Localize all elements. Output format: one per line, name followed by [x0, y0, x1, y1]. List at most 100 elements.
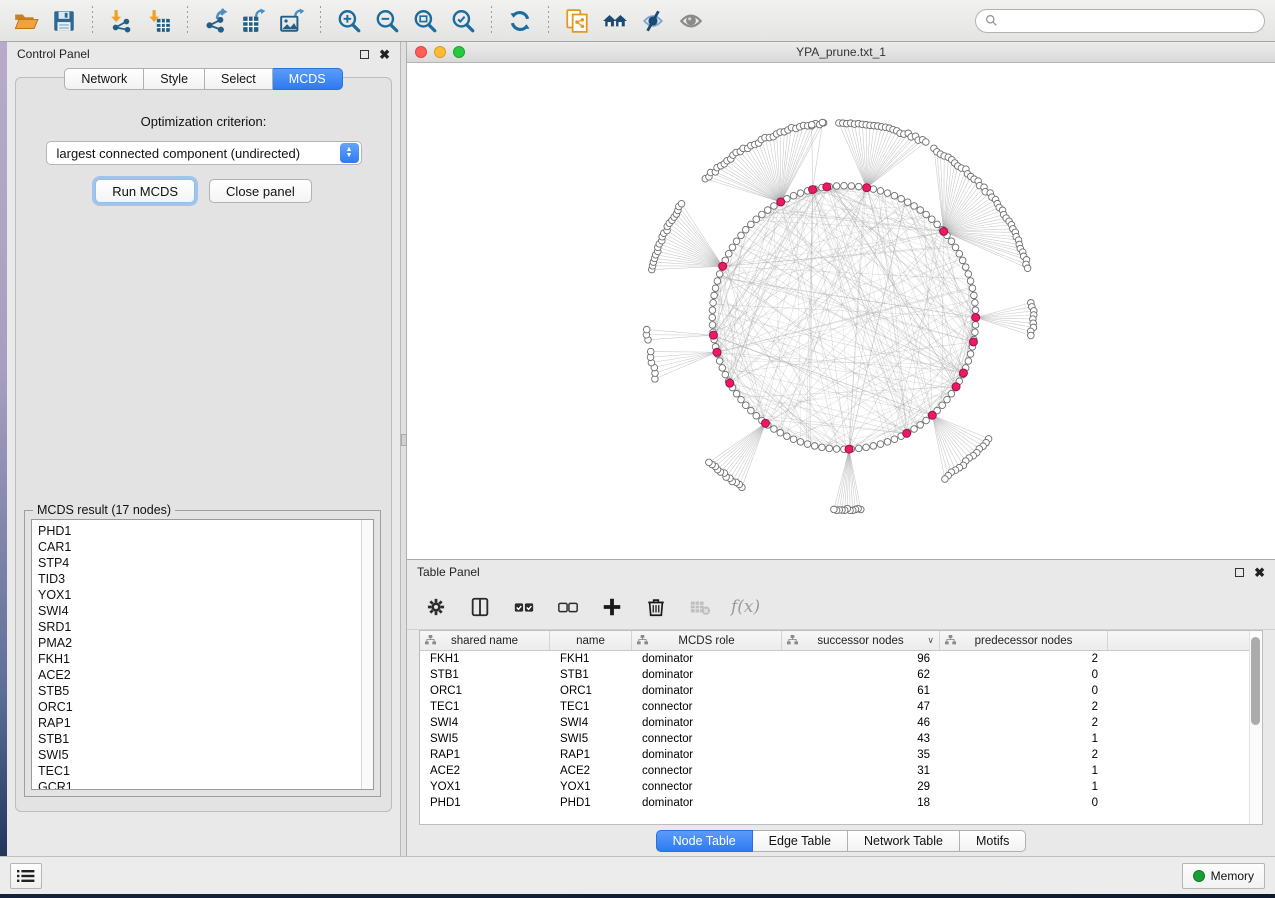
cell-successor_nodes[interactable]: 18: [782, 797, 940, 809]
graph-node[interactable]: [809, 186, 817, 194]
graph-node[interactable]: [903, 429, 911, 437]
column-header-shared-name[interactable]: shared name: [420, 631, 550, 650]
cell-mcds_role[interactable]: dominator: [632, 749, 782, 761]
mcds-result-item[interactable]: RAP1: [38, 715, 355, 731]
graph-node[interactable]: [944, 396, 951, 403]
graph-node[interactable]: [891, 192, 898, 199]
graph-node[interactable]: [923, 139, 930, 146]
graph-node[interactable]: [712, 285, 719, 292]
graph-node[interactable]: [934, 221, 941, 228]
table-row-SWI5[interactable]: SWI5SWI5connector431: [420, 731, 1262, 747]
mcds-result-item[interactable]: ORC1: [38, 699, 355, 715]
graph-node[interactable]: [811, 443, 818, 450]
graph-node[interactable]: [928, 411, 936, 419]
graph-node[interactable]: [831, 506, 838, 513]
table-row-TEC1[interactable]: TEC1TEC1connector472: [420, 699, 1262, 715]
graph-node[interactable]: [972, 307, 979, 314]
table-row-ACE2[interactable]: ACE2ACE2connector311: [420, 763, 1262, 779]
graph-node[interactable]: [714, 278, 721, 285]
graph-node[interactable]: [923, 417, 930, 424]
zoom-in-button[interactable]: [333, 5, 365, 37]
mcds-result-item[interactable]: PMA2: [38, 635, 355, 651]
graph-node[interactable]: [855, 445, 862, 452]
show-panel-list-button[interactable]: [10, 863, 42, 889]
graph-node[interactable]: [898, 196, 905, 203]
graph-node[interactable]: [972, 329, 979, 336]
graph-node[interactable]: [804, 441, 811, 448]
graph-node[interactable]: [643, 326, 650, 333]
cell-name[interactable]: SWI4: [550, 717, 632, 729]
table-row-PHD1[interactable]: PHD1PHD1dominator180: [420, 795, 1262, 811]
mcds-result-item[interactable]: SWI4: [38, 603, 355, 619]
graph-node[interactable]: [709, 307, 716, 314]
graph-node[interactable]: [972, 322, 979, 329]
tab-network-table[interactable]: Network Table: [848, 830, 960, 852]
cell-predecessor_nodes[interactable]: 0: [940, 685, 1108, 697]
zoom-selected-button[interactable]: [447, 5, 479, 37]
graph-node[interactable]: [819, 444, 826, 451]
cell-predecessor_nodes[interactable]: 1: [940, 781, 1108, 793]
tab-network[interactable]: Network: [64, 68, 144, 90]
graph-node[interactable]: [738, 396, 745, 403]
hide-selected-button[interactable]: [637, 5, 669, 37]
graph-node[interactable]: [716, 358, 723, 365]
cell-name[interactable]: ACE2: [550, 765, 632, 777]
graph-node[interactable]: [738, 232, 745, 239]
export-table-button[interactable]: [238, 5, 270, 37]
graph-node[interactable]: [940, 227, 948, 235]
search-field[interactable]: [975, 9, 1265, 33]
cell-name[interactable]: SWI5: [550, 733, 632, 745]
cell-shared_name[interactable]: PHD1: [420, 797, 550, 809]
tab-style[interactable]: Style: [144, 68, 205, 90]
cell-successor_nodes[interactable]: 29: [782, 781, 940, 793]
graph-node[interactable]: [884, 439, 891, 446]
graph-node[interactable]: [952, 244, 959, 251]
cell-shared_name[interactable]: FKH1: [420, 653, 550, 665]
mcds-result-item[interactable]: STB5: [38, 683, 355, 699]
graph-node[interactable]: [706, 459, 713, 466]
cell-predecessor_nodes[interactable]: 1: [940, 733, 1108, 745]
table-scrollbar-thumb[interactable]: [1251, 637, 1260, 725]
graph-node[interactable]: [748, 407, 755, 414]
graph-node[interactable]: [952, 383, 960, 391]
graph-node[interactable]: [709, 322, 716, 329]
import-network-button[interactable]: [105, 5, 137, 37]
mcds-result-item[interactable]: STP4: [38, 555, 355, 571]
graph-node[interactable]: [709, 314, 716, 321]
graph-node[interactable]: [967, 278, 974, 285]
graph-node[interactable]: [962, 264, 969, 271]
mcds-result-item[interactable]: SWI5: [38, 747, 355, 763]
graph-node[interactable]: [819, 119, 826, 126]
graph-node[interactable]: [777, 198, 785, 206]
graph-node[interactable]: [797, 439, 804, 446]
show-all-button[interactable]: [675, 5, 707, 37]
column-header-predecessor-nodes[interactable]: predecessor nodes: [940, 631, 1108, 650]
cell-predecessor_nodes[interactable]: 2: [940, 749, 1108, 761]
graph-node[interactable]: [863, 444, 870, 451]
graph-node[interactable]: [761, 419, 769, 427]
mcds-result-item[interactable]: STB1: [38, 731, 355, 747]
graph-node[interactable]: [972, 299, 979, 306]
graph-node[interactable]: [790, 192, 797, 199]
graph-node[interactable]: [808, 121, 815, 128]
graph-node[interactable]: [753, 216, 760, 223]
graph-node[interactable]: [848, 183, 855, 190]
mcds-result-item[interactable]: ACE2: [38, 667, 355, 683]
open-file-button[interactable]: [10, 5, 42, 37]
graph-node[interactable]: [742, 226, 749, 233]
table-row-SWI4[interactable]: SWI4SWI4dominator462: [420, 715, 1262, 731]
graph-node[interactable]: [709, 331, 717, 339]
cell-name[interactable]: RAP1: [550, 749, 632, 761]
graph-node[interactable]: [1024, 265, 1031, 272]
criterion-select[interactable]: largest connected component (undirected)…: [46, 141, 362, 165]
graph-node[interactable]: [647, 348, 654, 355]
cell-successor_nodes[interactable]: 35: [782, 749, 940, 761]
graph-node[interactable]: [891, 436, 898, 443]
graph-node[interactable]: [713, 348, 721, 356]
import-table-button[interactable]: [143, 5, 175, 37]
cell-successor_nodes[interactable]: 96: [782, 653, 940, 665]
graph-node[interactable]: [923, 211, 930, 218]
function-builder-button[interactable]: f(x): [731, 597, 760, 617]
network-view-titlebar[interactable]: YPA_prune.txt_1: [407, 42, 1275, 63]
result-list-scrollbar[interactable]: [361, 520, 373, 789]
